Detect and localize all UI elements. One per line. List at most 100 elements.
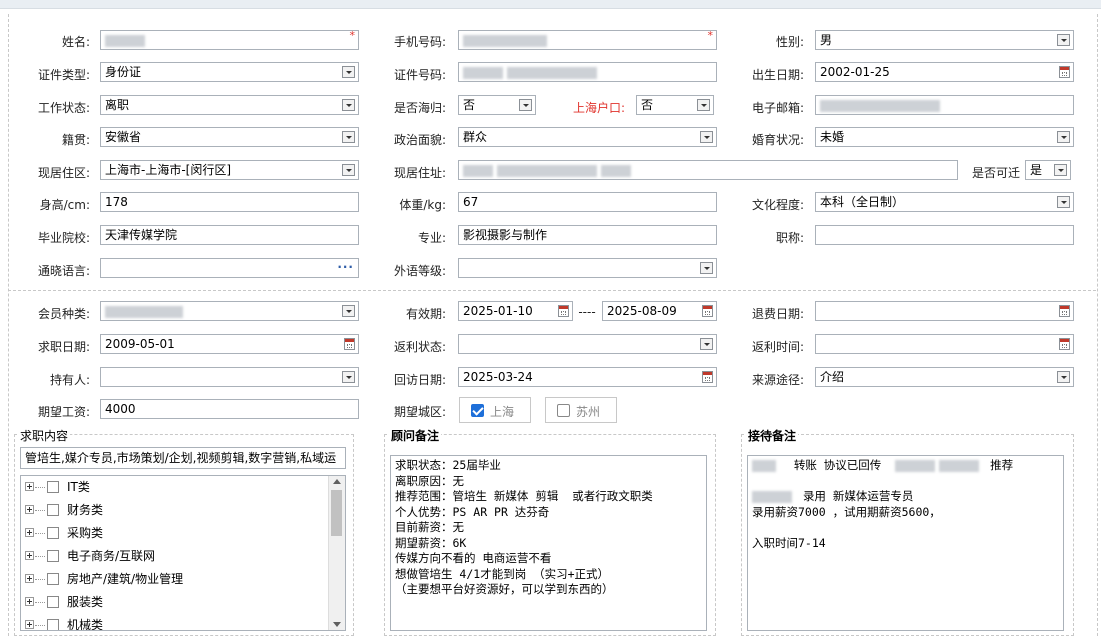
weight-input[interactable]: 67 — [458, 192, 717, 212]
marital-select[interactable]: 未婚 — [815, 127, 1074, 147]
member-type-select[interactable] — [100, 301, 359, 321]
note-line: 转账 协议已回传 推荐 — [752, 458, 1059, 474]
residence-area-value: 上海市-上海市-[闵行区] — [105, 163, 232, 177]
expand-plus-icon[interactable] — [25, 528, 34, 537]
salary-input[interactable]: 4000 — [100, 399, 359, 419]
checkbox-icon[interactable] — [47, 550, 59, 562]
dropdown-arrow-icon[interactable] — [700, 131, 713, 143]
scroll-down-arrow-icon[interactable] — [333, 622, 341, 627]
dropdown-arrow-icon[interactable] — [342, 66, 355, 78]
consultant-notes-legend: 顾问备注 — [389, 427, 442, 444]
phone-input[interactable]: * — [458, 30, 717, 50]
reception-notes-textarea[interactable]: 转账 协议已回传 推荐 录用 新媒体运营专员 录用薪资7000 ，试用期薪资56… — [747, 455, 1064, 631]
dropdown-arrow-icon[interactable] — [342, 131, 355, 143]
calendar-icon[interactable] — [558, 305, 569, 317]
dropdown-arrow-icon[interactable] — [342, 164, 355, 176]
native-value: 安徽省 — [105, 130, 142, 144]
note-text: 录用 新媒体运营专员 — [802, 489, 914, 503]
visit-date-input[interactable]: 2025-03-24 — [458, 367, 717, 387]
school-input[interactable]: 天津传媒学院 — [100, 225, 359, 245]
dropdown-arrow-icon[interactable] — [342, 99, 355, 111]
major-input[interactable]: 影视摄影与制作 — [458, 225, 717, 245]
relocatable-select[interactable]: 是 — [1025, 160, 1071, 180]
residence-addr-input[interactable] — [458, 160, 958, 180]
checkbox-checked-icon[interactable] — [471, 404, 484, 417]
tree-item-label: 房地产/建筑/物业管理 — [67, 572, 184, 586]
education-select[interactable]: 本科（全日制） — [815, 192, 1074, 212]
expand-plus-icon[interactable] — [25, 574, 34, 583]
expand-plus-icon[interactable] — [25, 505, 34, 514]
birth-date-input[interactable]: 2002-01-25 — [815, 62, 1074, 82]
id-type-value: 身份证 — [105, 65, 142, 79]
dropdown-arrow-icon[interactable] — [1057, 371, 1070, 383]
consultant-notes-textarea[interactable]: 求职状态：25届毕业 离职原因：无 推荐范围：管培生 新媒体 剪辑 或者行政文职… — [390, 455, 707, 631]
scroll-up-arrow-icon[interactable] — [333, 479, 341, 484]
native-select[interactable]: 安徽省 — [100, 127, 359, 147]
id-no-input[interactable] — [458, 62, 717, 82]
checkbox-icon[interactable] — [47, 573, 59, 585]
residence-area-select[interactable]: 上海市-上海市-[闵行区] — [100, 160, 359, 180]
dropdown-arrow-icon[interactable] — [1054, 164, 1067, 176]
political-select[interactable]: 群众 — [458, 127, 717, 147]
name-input[interactable]: * — [100, 30, 359, 50]
checkbox-icon[interactable] — [47, 527, 59, 539]
holder-select[interactable] — [100, 367, 359, 387]
dropdown-arrow-icon[interactable] — [700, 262, 713, 274]
calendar-icon[interactable] — [702, 371, 713, 383]
title-input[interactable] — [815, 225, 1074, 245]
job-category-tree[interactable]: IT类 财务类 采购类 电子商务/互联网 房地产/建筑/物业管理 服装类 机械类 — [20, 475, 346, 631]
returnee-select[interactable]: 否 — [458, 95, 536, 115]
rebate-status-label: 返利状态: — [393, 340, 446, 354]
city-option-shanghai[interactable]: 上海 — [459, 397, 531, 423]
rebate-time-input[interactable] — [815, 334, 1074, 354]
calendar-icon[interactable] — [1059, 66, 1070, 78]
scrollbar-thumb[interactable] — [331, 490, 342, 536]
expand-plus-icon[interactable] — [25, 620, 34, 629]
height-input[interactable]: 178 — [100, 192, 359, 212]
tree-scrollbar[interactable] — [328, 476, 345, 630]
refund-date-input[interactable] — [815, 301, 1074, 321]
email-input[interactable] — [815, 95, 1074, 115]
language-input[interactable]: ··· — [100, 258, 359, 278]
calendar-icon[interactable] — [702, 305, 713, 317]
validity-start-input[interactable]: 2025-01-10 — [458, 301, 573, 321]
dropdown-arrow-icon[interactable] — [1057, 34, 1070, 46]
expand-plus-icon[interactable] — [25, 551, 34, 560]
dropdown-arrow-icon[interactable] — [342, 305, 355, 317]
rebate-status-select[interactable] — [458, 334, 717, 354]
checkbox-icon[interactable] — [47, 619, 59, 630]
id-type-select[interactable]: 身份证 — [100, 62, 359, 82]
calendar-icon[interactable] — [1059, 305, 1070, 317]
required-mark: * — [707, 30, 714, 42]
dropdown-arrow-icon[interactable] — [697, 99, 710, 111]
language-label: 通晓语言: — [37, 264, 90, 278]
gender-select[interactable]: 男 — [815, 30, 1074, 50]
source-label: 来源途径: — [751, 373, 804, 387]
checkbox-unchecked-icon[interactable] — [557, 404, 570, 417]
dropdown-arrow-icon[interactable] — [1057, 196, 1070, 208]
expand-plus-icon[interactable] — [25, 482, 34, 491]
sh-hukou-select[interactable]: 否 — [636, 95, 714, 115]
foreign-level-select[interactable] — [458, 258, 717, 278]
school-value: 天津传媒学院 — [105, 228, 178, 242]
dropdown-arrow-icon[interactable] — [519, 99, 532, 111]
checkbox-icon[interactable] — [47, 596, 59, 608]
checkbox-icon[interactable] — [47, 481, 59, 493]
expand-plus-icon[interactable] — [25, 597, 34, 606]
city-option-suzhou[interactable]: 苏州 — [545, 397, 617, 423]
relocatable-value: 是 — [1030, 163, 1043, 177]
marital-label: 婚育状况: — [751, 133, 804, 147]
calendar-icon[interactable] — [344, 338, 355, 350]
job-date-input[interactable]: 2009-05-01 — [100, 334, 359, 354]
checkbox-icon[interactable] — [47, 504, 59, 516]
validity-end-input[interactable]: 2025-08-09 — [602, 301, 717, 321]
source-select[interactable]: 介绍 — [815, 367, 1074, 387]
dropdown-arrow-icon[interactable] — [342, 371, 355, 383]
job-content-summary-input[interactable]: 管培生,媒介专员,市场策划/企划,视频剪辑,数字营销,私域运 — [20, 447, 346, 469]
calendar-icon[interactable] — [1059, 338, 1070, 350]
more-dots-icon[interactable]: ··· — [337, 260, 354, 274]
dropdown-arrow-icon[interactable] — [1057, 131, 1070, 143]
dropdown-arrow-icon[interactable] — [700, 338, 713, 350]
work-status-select[interactable]: 离职 — [100, 95, 359, 115]
redacted-value — [507, 66, 597, 79]
